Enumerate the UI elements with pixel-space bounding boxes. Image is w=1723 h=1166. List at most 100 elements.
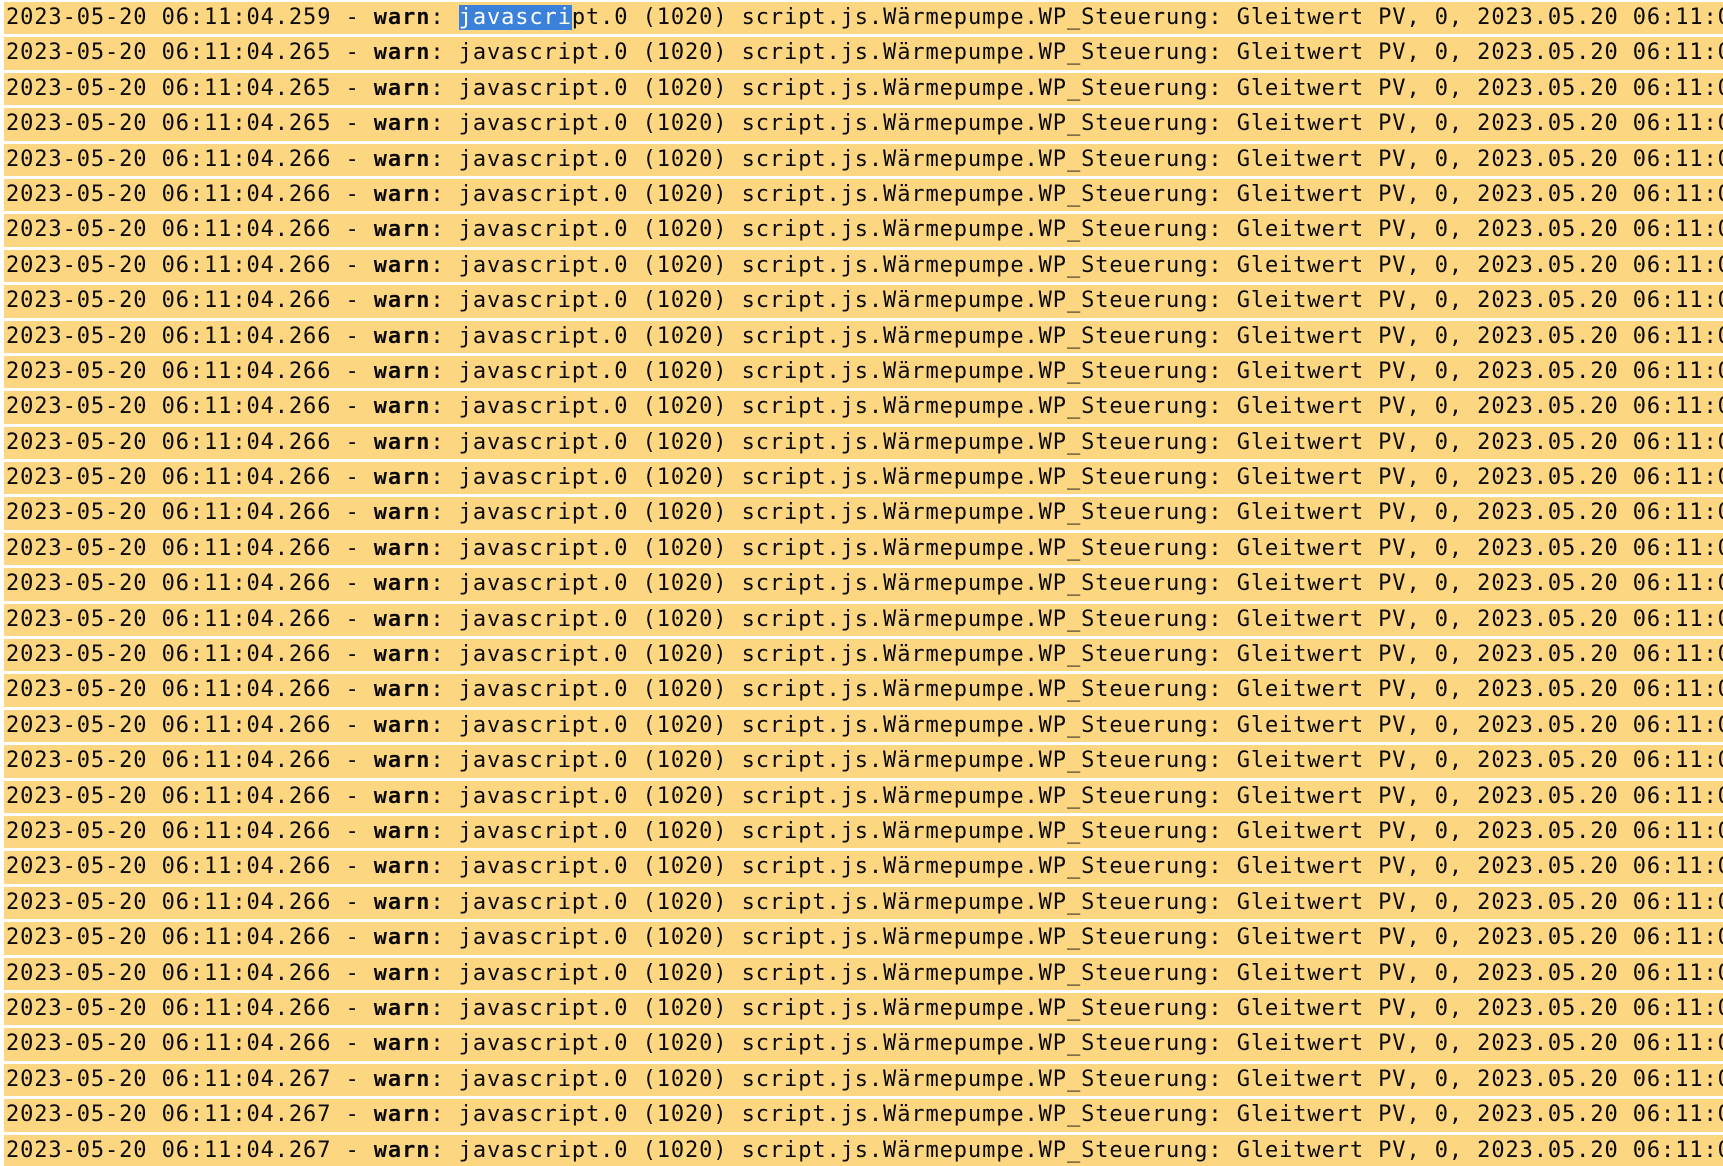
separator (1223, 217, 1237, 242)
separator: - (331, 1102, 374, 1128)
log-level: warn (373, 925, 431, 951)
log-level: warn (373, 642, 431, 668)
log-message: Gleitwert PV, 0, 2023.05.20 06:11:04.266 (1236, 465, 1723, 491)
log-list[interactable]: 2023-05-20 06:11:04.259 - warn: javascri… (0, 0, 1723, 1166)
log-entry-row[interactable]: 2023-05-20 06:11:04.266 - warn: javascri… (4, 426, 1723, 460)
log-entry-row[interactable]: 2023-05-20 06:11:04.266 - warn: javascri… (4, 214, 1723, 247)
separator: : (430, 40, 459, 66)
separator: : (430, 75, 459, 101)
log-level: warn (373, 606, 431, 632)
separator (727, 784, 741, 809)
log-level: warn (373, 40, 431, 66)
separator (628, 324, 642, 349)
log-entry-row[interactable]: 2023-05-20 06:11:04.266 - warn: javascri… (4, 886, 1723, 920)
log-entry-row[interactable]: 2023-05-20 06:11:04.267 - warn: javascri… (4, 1063, 1723, 1097)
log-pid: (1020) (642, 252, 728, 278)
log-pid: (1020) (642, 960, 728, 986)
separator (1223, 1138, 1237, 1163)
log-entry-row[interactable]: 2023-05-20 06:11:04.266 - warn: javascri… (4, 957, 1723, 990)
log-timestamp: 2023-05-20 06:11:04.266 (6, 429, 332, 455)
log-entry-row[interactable]: 2023-05-20 06:11:04.265 - warn: javascri… (4, 37, 1723, 70)
log-pid: (1020) (642, 889, 728, 915)
log-entry-row[interactable]: 2023-05-20 06:11:04.266 - warn: javascri… (4, 143, 1723, 176)
log-instance: javascript.0 (458, 181, 629, 207)
log-source: script.js.Wärmepumpe.WP_Steuerung: (741, 1031, 1223, 1057)
separator (727, 111, 741, 136)
log-instance: javascript.0 (458, 642, 629, 668)
log-entry-row[interactable]: 2023-05-20 06:11:04.266 - warn: javascri… (4, 249, 1723, 283)
log-instance: javascript.0 (458, 146, 629, 172)
log-entry-row[interactable]: 2023-05-20 06:11:04.266 - warn: javascri… (4, 780, 1723, 813)
log-level: warn (373, 5, 431, 30)
log-level: warn (373, 181, 431, 207)
log-instance: javascript.0 (458, 217, 629, 243)
log-pid: (1020) (642, 712, 728, 738)
log-instance: javascript.0 (458, 1031, 629, 1057)
log-source: script.js.Wärmepumpe.WP_Steuerung: (741, 500, 1223, 526)
log-instance: javascript.0 (458, 925, 629, 951)
log-entry-row[interactable]: 2023-05-20 06:11:04.266 - warn: javascri… (4, 674, 1723, 707)
log-message: Gleitwert PV, 0, 2023.05.20 06:11:04.266 (1236, 323, 1723, 349)
log-entry-row[interactable]: 2023-05-20 06:11:04.266 - warn: javascri… (4, 320, 1723, 353)
separator (628, 961, 642, 986)
separator (727, 925, 741, 950)
separator: - (331, 748, 374, 774)
separator (628, 182, 642, 207)
separator (1223, 5, 1237, 30)
log-entry-row[interactable]: 2023-05-20 06:11:04.266 - warn: javascri… (4, 709, 1723, 743)
log-entry-row[interactable]: 2023-05-20 06:11:04.267 - warn: javascri… (4, 1134, 1723, 1166)
separator (1223, 642, 1237, 667)
log-instance: javascript.0 (458, 783, 629, 809)
log-message: Gleitwert PV, 0, 2023.05.20 06:11:04.266 (1236, 146, 1723, 172)
separator (727, 642, 741, 667)
separator (628, 5, 642, 30)
separator (1223, 500, 1237, 525)
log-timestamp: 2023-05-20 06:11:04.266 (6, 642, 332, 668)
separator: - (331, 500, 374, 526)
log-timestamp: 2023-05-20 06:11:04.266 (6, 323, 332, 349)
separator (628, 217, 642, 242)
log-pid: (1020) (642, 1066, 728, 1092)
log-entry-row[interactable]: 2023-05-20 06:11:04.266 - warn: javascri… (4, 497, 1723, 530)
log-pid: (1020) (642, 995, 728, 1021)
log-entry-row[interactable]: 2023-05-20 06:11:04.266 - warn: javascri… (4, 532, 1723, 566)
log-message: Gleitwert PV, 0, 2023.05.20 06:11:04.266 (1236, 889, 1723, 915)
log-entry-row[interactable]: 2023-05-20 06:11:04.266 - warn: javascri… (4, 568, 1723, 601)
separator (727, 182, 741, 207)
log-entry-row[interactable]: 2023-05-20 06:11:04.265 - warn: javascri… (4, 72, 1723, 106)
separator (727, 253, 741, 278)
log-instance: javascript.0 (458, 818, 629, 844)
separator (628, 465, 642, 490)
log-pid: (1020) (642, 40, 728, 66)
separator (1223, 394, 1237, 419)
log-entry-row[interactable]: 2023-05-20 06:11:04.266 - warn: javascri… (4, 1028, 1723, 1061)
log-message: Gleitwert PV, 0, 2023.05.20 06:11:04.266 (1236, 960, 1723, 986)
log-pid: (1020) (642, 1137, 728, 1163)
log-entry-row[interactable]: 2023-05-20 06:11:04.259 - warn: javascri… (4, 2, 1723, 35)
log-level: warn (373, 1102, 431, 1128)
log-entry-row[interactable]: 2023-05-20 06:11:04.266 - warn: javascri… (4, 391, 1723, 424)
log-entry-row[interactable]: 2023-05-20 06:11:04.266 - warn: javascri… (4, 815, 1723, 849)
log-entry-row[interactable]: 2023-05-20 06:11:04.266 - warn: javascri… (4, 603, 1723, 637)
log-entry-row[interactable]: 2023-05-20 06:11:04.265 - warn: javascri… (4, 108, 1723, 141)
log-entry-row[interactable]: 2023-05-20 06:11:04.266 - warn: javascri… (4, 285, 1723, 318)
separator: : (430, 323, 459, 349)
text-selection: javascri (458, 5, 572, 30)
log-entry-row[interactable]: 2023-05-20 06:11:04.267 - warn: javascri… (4, 1099, 1723, 1132)
log-entry-row[interactable]: 2023-05-20 06:11:04.266 - warn: javascri… (4, 922, 1723, 955)
log-instance: javascript.0 (458, 712, 629, 738)
log-entry-row[interactable]: 2023-05-20 06:11:04.266 - warn: javascri… (4, 639, 1723, 672)
log-entry-row[interactable]: 2023-05-20 06:11:04.266 - warn: javascri… (4, 851, 1723, 884)
log-source: script.js.Wärmepumpe.WP_Steuerung: (741, 889, 1223, 915)
log-timestamp: 2023-05-20 06:11:04.266 (6, 748, 332, 774)
log-entry-row[interactable]: 2023-05-20 06:11:04.266 - warn: javascri… (4, 745, 1723, 778)
separator (1223, 1102, 1237, 1127)
log-entry-row[interactable]: 2023-05-20 06:11:04.266 - warn: javascri… (4, 178, 1723, 212)
separator: - (331, 1066, 374, 1092)
log-pid: (1020) (642, 217, 728, 243)
log-message: Gleitwert PV, 0, 2023.05.20 06:11:04.267 (1236, 1102, 1723, 1128)
log-entry-row[interactable]: 2023-05-20 06:11:04.266 - warn: javascri… (4, 992, 1723, 1026)
separator (727, 76, 741, 101)
log-entry-row[interactable]: 2023-05-20 06:11:04.266 - warn: javascri… (4, 355, 1723, 389)
log-entry-row[interactable]: 2023-05-20 06:11:04.266 - warn: javascri… (4, 462, 1723, 495)
